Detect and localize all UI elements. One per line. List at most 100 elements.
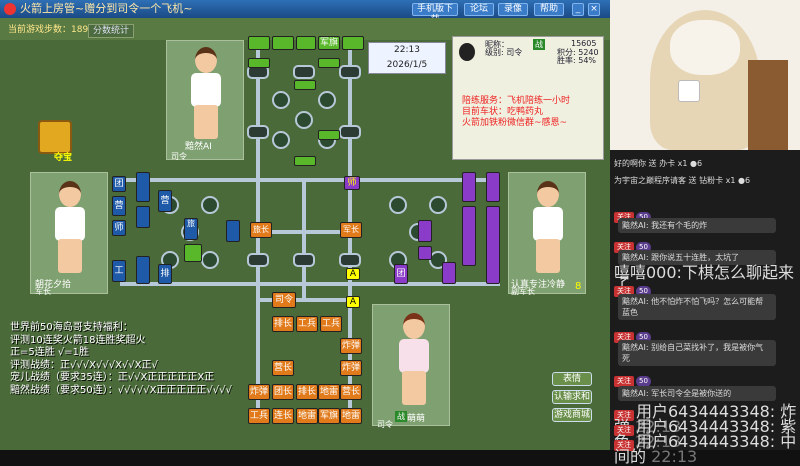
tiger-face <box>670 20 740 75</box>
bottom-piece[interactable]: 炸弹 <box>340 360 362 376</box>
bottom-piece[interactable]: 营长 <box>340 384 362 400</box>
hidden-piece[interactable] <box>318 58 340 68</box>
left-piece[interactable]: 师 <box>112 220 126 236</box>
welfare-line: 世界前50海岛哥支持福利： <box>10 322 133 333</box>
bottom-piece[interactable]: 工兵 <box>248 408 270 424</box>
cup <box>678 80 700 102</box>
hidden-piece[interactable] <box>342 36 364 50</box>
left-piece[interactable]: 排 <box>158 264 172 284</box>
promo-line: 火箭加铁粉微信群~感恩~ <box>462 118 568 128</box>
chat-text: 别给自己菜找补了，我是被你气 <box>651 343 764 352</box>
hidden-piece[interactable] <box>418 220 432 242</box>
gift-line: 为宇宙之巅程序请客 送 钻粉卡 x1 ●6 <box>614 175 798 186</box>
bottom-piece[interactable]: 排长 <box>272 316 294 332</box>
left-piece[interactable]: 旅 <box>184 218 198 240</box>
hidden-piece[interactable] <box>462 172 476 202</box>
level-label: 级别: 司令 <box>485 48 523 57</box>
shop-button[interactable]: 游戏商城 <box>552 408 592 422</box>
bottom-piece[interactable]: 军旗 <box>318 408 340 424</box>
hidden-piece[interactable] <box>462 206 476 266</box>
chat-message: 关注 用户6434443348: 中间的 22:13 <box>614 434 798 465</box>
hidden-piece[interactable] <box>294 156 316 166</box>
right-piece[interactable]: 团 <box>394 264 408 284</box>
chat-user: 黯然AI <box>622 389 646 398</box>
chat-user: 黯然AI <box>622 253 646 262</box>
hidden-piece[interactable] <box>486 172 500 202</box>
clock-date: 2026/1/5 <box>386 60 428 70</box>
clock-time: 22:13 <box>394 45 420 55</box>
welfare-line: 正=5连胜 √=1胜 <box>10 347 90 358</box>
surrender-button[interactable]: 认输求和 <box>552 390 592 404</box>
bottom-piece[interactable]: 工兵 <box>320 316 342 332</box>
chat-message: 黯然AI: 别给自己菜找补了，我是被你气死 <box>618 340 776 366</box>
left-piece[interactable]: 营 <box>112 196 126 216</box>
chat-user: 黯然AI <box>622 221 646 230</box>
hidden-piece[interactable] <box>136 256 150 284</box>
bottom-piece[interactable]: 炸弹 <box>248 384 270 400</box>
hidden-piece[interactable] <box>272 36 294 50</box>
emote-button[interactable]: 表情 <box>552 372 592 386</box>
bottom-piece[interactable]: 司令 <box>272 292 296 308</box>
marker-a: A <box>346 268 360 280</box>
hidden-piece[interactable] <box>296 36 316 50</box>
chair <box>748 60 788 150</box>
hidden-piece[interactable] <box>418 246 432 260</box>
bottom-piece[interactable]: 地雷 <box>296 408 318 424</box>
gift-user: 好的啊你 <box>614 159 646 168</box>
chat-message: 黯然AI: 他不怕炸不怕飞吗？怎么可能帮 蓝色 <box>618 294 776 320</box>
left-piece[interactable]: 团 <box>112 176 126 192</box>
hidden-piece[interactable] <box>226 220 240 242</box>
bottom-piece[interactable]: 排长 <box>296 384 318 400</box>
bottom-piece[interactable]: 地雷 <box>340 408 362 424</box>
gift-count: x1 ●6 <box>677 159 703 168</box>
hidden-piece[interactable] <box>136 206 150 228</box>
bottom-piece[interactable]: 炸弹 <box>340 338 362 354</box>
gift-text: 为宇宙之巅程序请客 送 钻粉卡 <box>614 176 724 185</box>
hidden-piece[interactable] <box>294 80 316 90</box>
gift-line: 好的啊你 送 办卡 x1 ●6 <box>614 158 798 169</box>
bottom-piece[interactable]: 连长 <box>272 408 294 424</box>
hidden-piece[interactable] <box>248 58 270 68</box>
bottom-piece[interactable]: 工兵 <box>296 316 318 332</box>
gift-text: 送 办卡 <box>648 159 676 168</box>
welfare-panel: 世界前50海岛哥支持福利： 评测10连奖火箭18连胜奖超火 正=5连胜 √=1胜… <box>10 322 232 397</box>
hidden-piece[interactable] <box>248 36 270 50</box>
clock-box: 22:13 2026/1/5 <box>368 42 446 74</box>
war-tag: 战 <box>533 39 545 50</box>
chat-text: 蓝色 <box>622 308 638 317</box>
chat-user: 黯然AI <box>622 297 646 306</box>
center-piece[interactable]: 旅长 <box>250 222 272 238</box>
chat-message: 黯然AI: 我还有个毛的炸 <box>618 218 776 233</box>
bottom-piece[interactable]: 地雷 <box>318 384 340 400</box>
webcam-view <box>610 0 800 150</box>
promo-line: 目前车状：吃鸭药丸 <box>462 107 544 117</box>
top-flag-piece[interactable]: 军旗 <box>318 36 340 50</box>
bottom-piece[interactable]: 营长 <box>272 360 294 376</box>
chat-text: 死 <box>622 354 630 363</box>
welfare-line: 评测战绩：正√√√X√√√X√√X正√ <box>10 359 158 371</box>
winrate-label: 胜率: 54% <box>557 56 597 65</box>
chat-message: 黯然AI: 军长司令全是被你送的 <box>618 386 776 401</box>
game-window: 火箭上房管~赠分到司令一个飞机~ 手机版下载 论坛 录像 帮助 _ × 当前游戏… <box>0 0 610 450</box>
gift-count: x1 ●6 <box>725 176 751 185</box>
marker-a: A <box>346 296 360 308</box>
bottom-piece[interactable]: 团长 <box>272 384 294 400</box>
left-piece[interactable]: 营 <box>158 190 172 212</box>
hidden-piece[interactable] <box>442 262 456 284</box>
left-piece[interactable]: 工 <box>112 260 126 282</box>
hidden-piece[interactable] <box>184 244 202 262</box>
hidden-piece[interactable] <box>318 130 340 140</box>
qq-penguin-icon <box>459 43 475 61</box>
center-piece[interactable]: 军长 <box>340 222 362 238</box>
promo-line: 陪练服务：飞机陪练一小时 <box>462 96 571 106</box>
right-piece[interactable]: 师 <box>344 176 360 190</box>
chat-text: 跟你说五十连胜，太坑了 <box>651 253 740 262</box>
welfare-line: 评测10连奖火箭18连胜奖超火 <box>10 334 146 346</box>
welfare-line: 宠儿战绩（要求35连）：正√√X正正正正正X正 <box>10 372 215 383</box>
hidden-piece[interactable] <box>486 206 500 284</box>
chat-text: 他不怕炸不怕飞吗？怎么可能帮 <box>651 297 764 306</box>
chat-message: 关注 50 <box>614 372 798 387</box>
promo-text: 陪练服务：飞机陪练一小时 目前车状：吃鸭药丸 火箭加铁粉微信群~感恩~ <box>462 96 570 129</box>
hidden-piece[interactable] <box>136 172 150 202</box>
welfare-line: 黯然战绩（要求50连）：√√√√√X正正正正正√√√√ <box>10 384 232 396</box>
